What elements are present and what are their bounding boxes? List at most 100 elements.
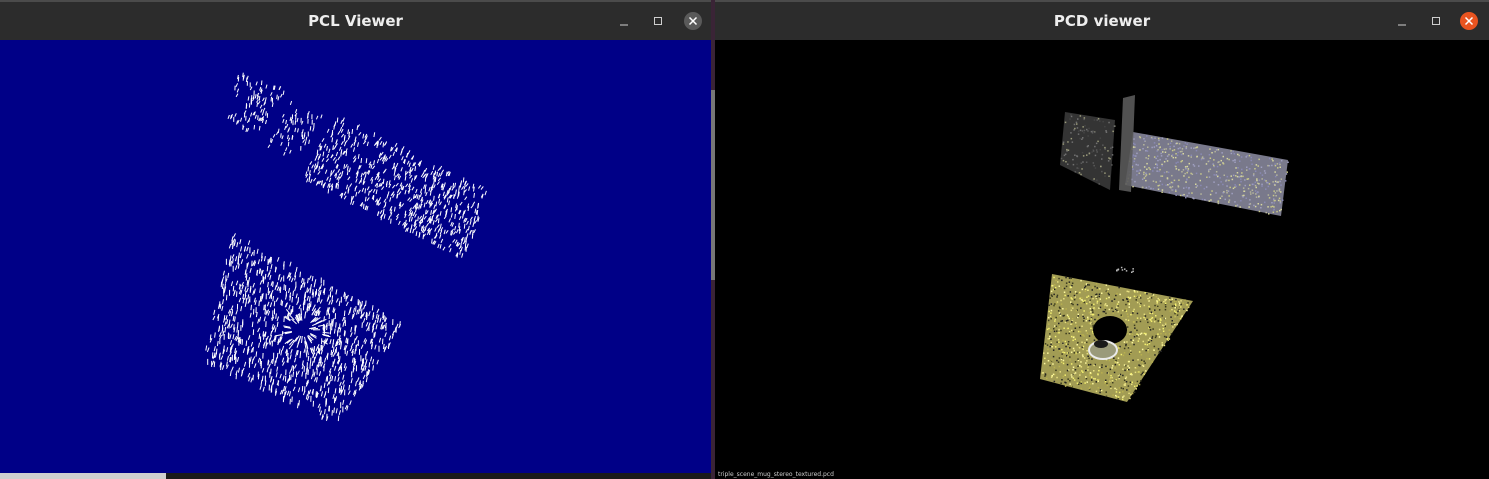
cloud-point	[1098, 293, 1101, 295]
cloud-point	[1112, 130, 1114, 133]
cloud-point	[1251, 163, 1253, 165]
normal-stroke	[395, 162, 399, 168]
close-icon[interactable]	[1459, 11, 1479, 31]
cloud-point	[1052, 355, 1055, 358]
mug-shadow	[1093, 316, 1127, 344]
cloud-point	[1079, 297, 1081, 300]
normal-stroke	[328, 177, 332, 183]
normal-stroke	[445, 171, 448, 177]
cloud-point	[1104, 382, 1106, 384]
cloud-point	[1215, 149, 1218, 151]
minimize-icon[interactable]	[614, 11, 634, 31]
pcl-viewer-titlebar[interactable]: PCL Viewer	[0, 2, 711, 40]
cloud-point	[1084, 286, 1086, 289]
cloud-point	[1146, 168, 1148, 170]
cloud-point	[1118, 347, 1120, 349]
maximize-icon[interactable]	[1426, 11, 1446, 31]
normal-stroke	[388, 335, 392, 341]
normal-stroke	[329, 286, 332, 291]
cloud-point	[1128, 290, 1130, 293]
normal-stroke	[343, 195, 347, 200]
cloud-point	[1081, 334, 1083, 336]
normal-stroke	[277, 96, 280, 101]
cloud-point	[1280, 184, 1282, 186]
normal-stroke	[312, 389, 314, 395]
normal-stroke	[415, 188, 418, 194]
normal-stroke	[448, 243, 452, 248]
normal-stroke	[261, 111, 264, 116]
cloud-point	[1094, 318, 1096, 321]
normal-stroke	[288, 287, 291, 294]
cloud-point	[1054, 286, 1057, 289]
pcl-viewport[interactable]	[0, 40, 711, 479]
cloud-point	[1105, 391, 1107, 393]
cloud-point	[1121, 269, 1124, 271]
cloud-point	[1099, 137, 1102, 139]
normal-stroke	[290, 365, 293, 371]
cloud-point	[1166, 160, 1169, 162]
cloud-point	[1159, 321, 1161, 324]
normal-stroke	[250, 112, 253, 117]
cloud-point	[1132, 168, 1134, 170]
normal-stroke	[288, 312, 290, 319]
cloud-point	[1134, 327, 1136, 329]
normal-stroke	[385, 180, 388, 186]
normal-stroke	[362, 171, 366, 176]
cloud-point	[1149, 324, 1151, 327]
normal-stroke	[414, 175, 416, 181]
normal-stroke	[340, 133, 345, 138]
pcd-viewer-window[interactable]: PCD viewer	[715, 0, 1489, 479]
normal-stroke	[276, 94, 278, 100]
cloud-point	[1135, 388, 1137, 390]
cloud-point	[1067, 163, 1069, 165]
maximize-icon[interactable]	[648, 11, 668, 31]
cloud-point	[1220, 181, 1222, 183]
normal-stroke	[221, 283, 224, 289]
cloud-point	[1066, 369, 1069, 372]
minimize-icon[interactable]	[1392, 11, 1412, 31]
cloud-point	[1129, 345, 1132, 348]
cloud-point	[1081, 341, 1083, 343]
pcd-viewport[interactable]	[715, 40, 1489, 479]
cloud-point	[1072, 303, 1074, 306]
normal-stroke	[325, 158, 330, 163]
cloud-point	[1141, 186, 1144, 189]
cloud-point	[1081, 288, 1084, 291]
normal-stroke	[263, 304, 265, 311]
cloud-point	[1070, 137, 1073, 140]
cloud-point	[1049, 364, 1051, 367]
normal-stroke	[432, 165, 435, 170]
cloud-point	[1058, 357, 1061, 359]
pcl-viewer-window[interactable]: PCL Viewer	[0, 0, 711, 479]
normal-stroke	[364, 205, 367, 211]
normal-stroke	[422, 169, 426, 175]
cloud-point	[1054, 325, 1056, 327]
normal-stroke	[395, 182, 399, 187]
cloud-point	[1054, 335, 1057, 338]
cloud-point	[1097, 118, 1100, 120]
normal-stroke	[343, 191, 347, 196]
cloud-point	[1175, 300, 1177, 303]
cloud-point	[1093, 370, 1095, 372]
close-icon[interactable]	[683, 11, 703, 31]
cloud-point	[1209, 157, 1212, 159]
normal-stroke	[410, 167, 414, 172]
normal-stroke	[373, 132, 376, 138]
cloud-point	[1209, 148, 1211, 150]
cloud-point	[1108, 359, 1111, 362]
normal-stroke	[362, 312, 365, 317]
cloud-point	[1052, 317, 1054, 319]
normal-stroke	[439, 234, 442, 239]
cloud-point	[1166, 340, 1168, 342]
normal-stroke	[366, 186, 370, 191]
normal-stroke	[365, 377, 368, 383]
cloud-point	[1143, 316, 1145, 319]
normal-stroke	[326, 153, 330, 159]
cloud-point	[1172, 189, 1174, 191]
pcd-viewer-titlebar[interactable]: PCD viewer	[715, 2, 1489, 40]
textured-point-cloud	[1040, 95, 1289, 402]
cloud-point	[1254, 184, 1257, 187]
cloud-point	[1085, 369, 1087, 372]
normal-stroke	[341, 170, 344, 176]
cloud-point	[1167, 171, 1170, 174]
